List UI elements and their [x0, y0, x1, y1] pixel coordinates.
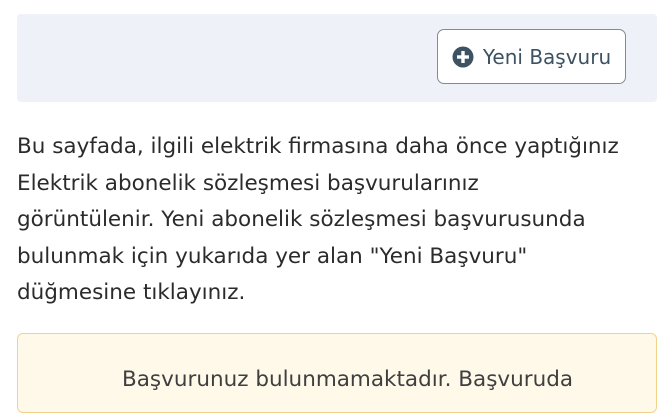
notice-text: Başvurunuz bulunmamaktadır. Başvuruda	[122, 367, 574, 392]
intro-paragraph: Bu sayfada, ilgili elektrik firmasına da…	[17, 129, 665, 312]
new-application-label: Yeni Başvuru	[482, 44, 612, 69]
toolbar-panel: Yeni Başvuru	[17, 14, 657, 102]
intro-line: bulunmak için yukarıda yer alan "Yeni Ba…	[17, 243, 528, 269]
plus-circle-icon	[452, 46, 474, 68]
intro-line: görüntülenir. Yeni abonelik sözleşmesi b…	[17, 207, 586, 232]
new-application-button[interactable]: Yeni Başvuru	[437, 29, 626, 84]
intro-line: düğmesine tıklayınız.	[17, 280, 246, 305]
no-applications-notice: Başvurunuz bulunmamaktadır. Başvuruda	[17, 333, 657, 413]
intro-line: Elektrik abonelik sözleşmesi başvuruları…	[17, 170, 479, 196]
intro-line: Bu sayfada, ilgili elektrik firmasına da…	[17, 134, 619, 159]
